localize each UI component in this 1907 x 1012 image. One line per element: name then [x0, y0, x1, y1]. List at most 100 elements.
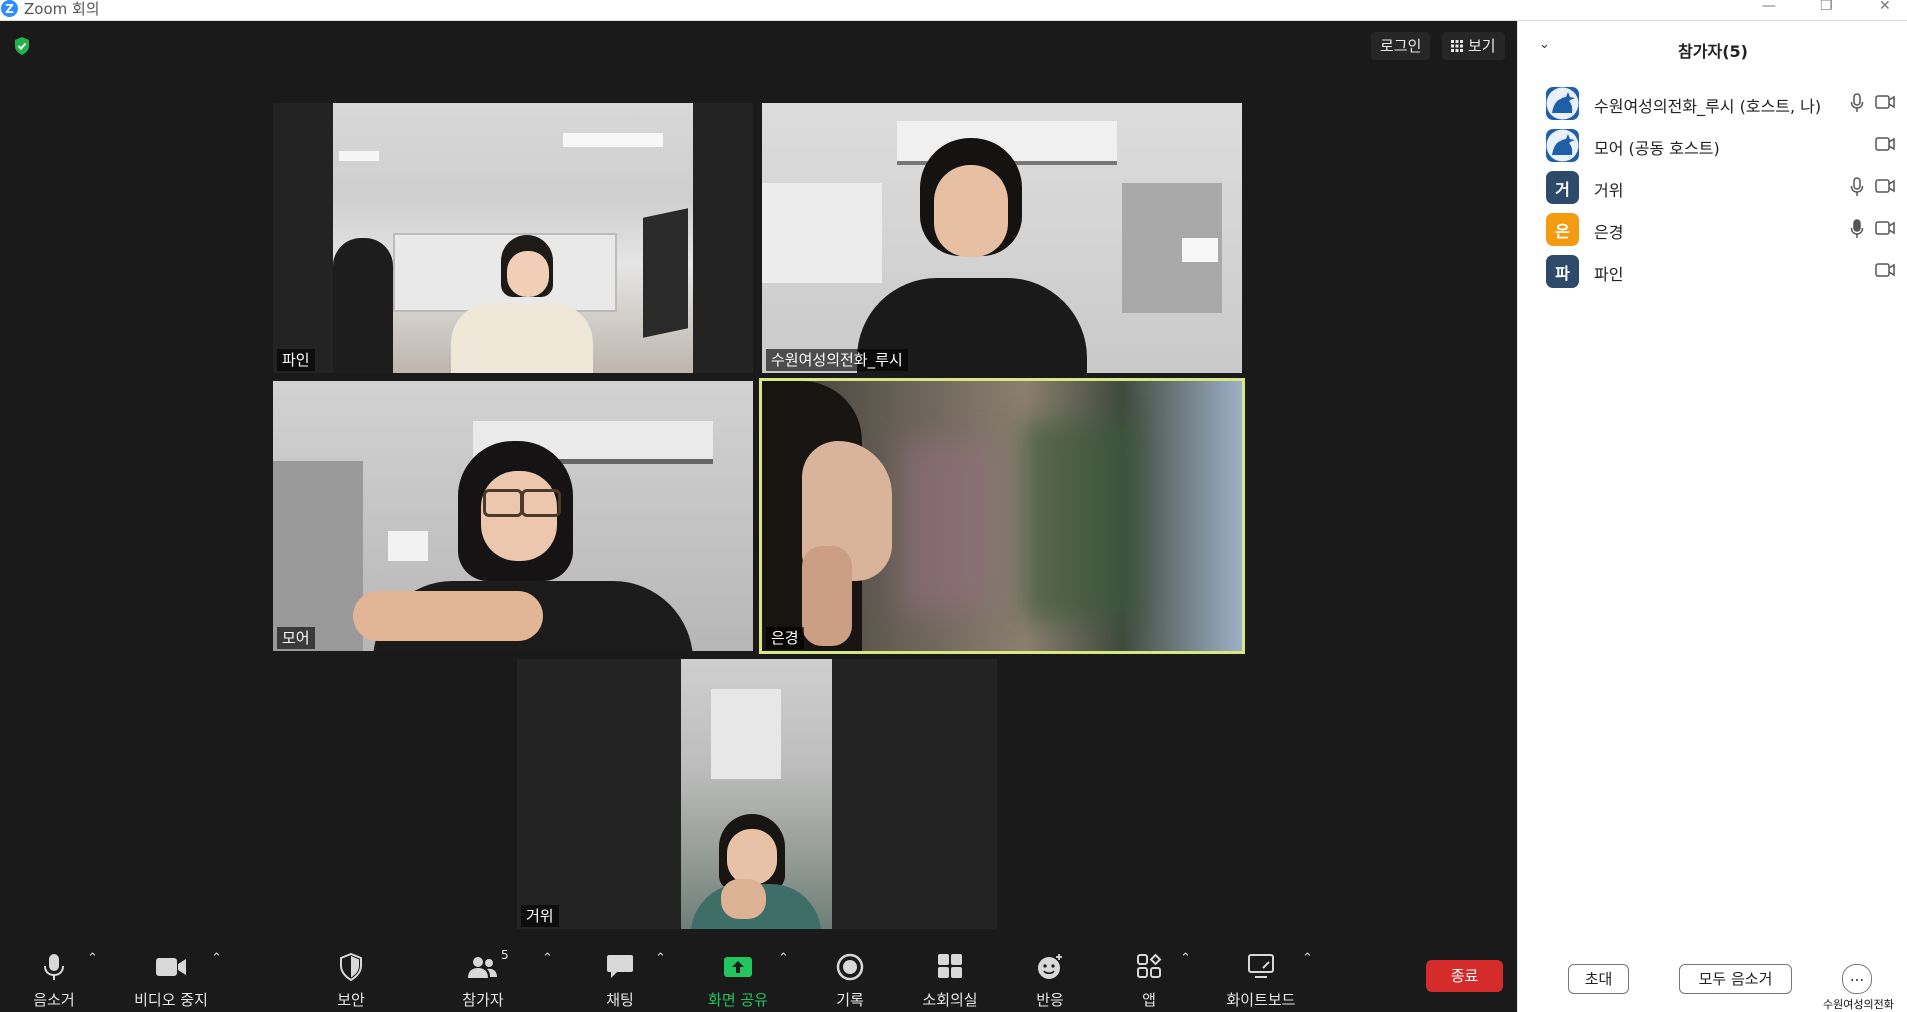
window-title: Zoom 회의: [24, 0, 100, 18]
video-stage: 로그인 보기 파인 수원여성의전화_루시 모어 은경 거위: [0, 21, 1517, 1012]
panel-title: 참가자(5): [1678, 42, 1748, 61]
video-camera-icon[interactable]: [1875, 221, 1895, 235]
default-avatar-icon: [1546, 129, 1579, 162]
watermark-text: 수원여성의전화: [1823, 998, 1894, 1011]
participant-row[interactable]: 모어 (공동 호스트): [1518, 124, 1907, 166]
whiteboard-label: 화이트보드: [1226, 991, 1296, 1009]
invite-button[interactable]: 초대: [1568, 964, 1629, 994]
close-icon[interactable]: ✕: [1879, 0, 1891, 14]
audio-options-chevron-icon[interactable]: ⌃: [87, 951, 98, 966]
participants-label: 참가자: [462, 991, 504, 1009]
record-label: 기록: [836, 991, 864, 1009]
whiteboard-options-chevron-icon[interactable]: ⌃: [1302, 951, 1313, 966]
whiteboard-button[interactable]: 화이트보드: [1216, 941, 1306, 1012]
participant-name: 모어 (공동 호스트): [1594, 139, 1720, 158]
tile-name-label: 수원여성의전화_루시: [766, 349, 908, 371]
participant-name: 수원여성의전화_루시 (호스트, 나): [1594, 97, 1822, 116]
minimize-icon[interactable]: —: [1762, 0, 1776, 14]
stop-video-label: 비디오 중지: [134, 991, 208, 1009]
camera-feed: [762, 103, 1242, 373]
apps-label: 앱: [1142, 991, 1156, 1009]
video-tile-active-speaker[interactable]: 은경: [759, 378, 1245, 654]
breakout-rooms-button[interactable]: 소회의실: [905, 941, 995, 1012]
video-camera-icon[interactable]: [1875, 95, 1895, 109]
microphone-active-icon[interactable]: [1850, 219, 1864, 239]
video-tile[interactable]: 거위: [517, 659, 997, 929]
chat-options-chevron-icon[interactable]: ⌃: [655, 951, 666, 966]
tile-name-label: 거위: [521, 905, 559, 927]
share-options-chevron-icon[interactable]: ⌃: [778, 951, 789, 966]
video-tile[interactable]: 파인: [273, 103, 753, 373]
participants-button[interactable]: 5 참가자: [438, 941, 528, 1012]
tile-name-label: 모어: [277, 627, 315, 649]
end-meeting-button[interactable]: 종료: [1426, 960, 1503, 992]
microphone-icon: [44, 954, 64, 980]
mute-button[interactable]: 음소거: [9, 941, 99, 1012]
avatar: [1546, 129, 1579, 162]
participant-row[interactable]: 수원여성의전화_루시 (호스트, 나): [1518, 82, 1907, 124]
participants-options-chevron-icon[interactable]: ⌃: [542, 951, 553, 966]
more-options-button[interactable]: ...: [1842, 964, 1872, 994]
reactions-button[interactable]: 반응: [1005, 941, 1095, 1012]
stop-video-button[interactable]: 비디오 중지: [126, 941, 216, 1012]
video-options-chevron-icon[interactable]: ⌃: [211, 951, 222, 966]
chat-button[interactable]: 채팅: [575, 941, 665, 1012]
apps-options-chevron-icon[interactable]: ⌃: [1180, 951, 1191, 966]
participant-name: 거위: [1594, 181, 1624, 200]
participants-count-badge: 5: [501, 948, 509, 962]
mute-all-button[interactable]: 모두 음소거: [1679, 964, 1792, 994]
apps-icon: [1137, 953, 1162, 978]
video-camera-icon[interactable]: [1875, 179, 1895, 193]
login-button[interactable]: 로그인: [1371, 32, 1431, 60]
camera-feed: [681, 659, 832, 929]
chat-label: 채팅: [606, 991, 634, 1009]
title-bar: Z Zoom 회의 — ❐ ✕: [0, 0, 1907, 21]
security-button[interactable]: 보안: [306, 941, 396, 1012]
participants-panel: ⌄ 참가자(5) 수원여성의전화_루시 (호스트, 나) 모어 (공동 호스트)…: [1517, 21, 1907, 1012]
share-screen-icon: [724, 957, 752, 977]
security-label: 보안: [337, 991, 365, 1009]
avatar: 은: [1546, 213, 1579, 246]
chat-bubble-icon: [607, 955, 633, 978]
microphone-icon[interactable]: [1850, 177, 1864, 197]
view-label: 보기: [1468, 37, 1496, 55]
participant-row[interactable]: 거 거위: [1518, 166, 1907, 208]
share-screen-button[interactable]: 화면 공유: [693, 941, 783, 1012]
participant-row[interactable]: 파 파인: [1518, 250, 1907, 292]
video-tile[interactable]: 수원여성의전화_루시: [762, 103, 1242, 373]
security-shield-icon[interactable]: [13, 36, 31, 56]
share-screen-label: 화면 공유: [708, 991, 768, 1009]
record-icon: [836, 953, 864, 981]
record-button[interactable]: 기록: [805, 941, 895, 1012]
mute-label: 음소거: [33, 991, 75, 1009]
video-camera-icon[interactable]: [1875, 263, 1895, 277]
tile-name-label: 은경: [766, 627, 804, 649]
participants-icon: [468, 957, 497, 978]
camera-feed: [333, 103, 693, 373]
zoom-logo-icon: Z: [1, 0, 18, 17]
default-avatar-icon: [1546, 87, 1579, 120]
avatar: 파: [1546, 255, 1579, 288]
video-tile[interactable]: 모어: [273, 381, 753, 651]
participant-name: 은경: [1594, 223, 1624, 242]
participant-name: 파인: [1594, 265, 1624, 284]
avatar: [1546, 87, 1579, 120]
camera-feed: [762, 381, 1242, 651]
meeting-toolbar: 음소거 ⌃ 비디오 중지 ⌃ 보안 5 참가자 ⌃ 채팅 ⌃ 화면 공유 ⌃ 기…: [0, 941, 1517, 1012]
restore-icon[interactable]: ❐: [1820, 0, 1833, 14]
tile-name-label: 파인: [277, 349, 315, 371]
video-camera-icon: [156, 958, 186, 976]
whiteboard-icon: [1248, 954, 1274, 978]
breakout-rooms-label: 소회의실: [922, 991, 978, 1009]
video-camera-icon[interactable]: [1875, 137, 1895, 151]
reactions-label: 반응: [1036, 991, 1064, 1009]
microphone-icon[interactable]: [1850, 93, 1864, 113]
camera-feed: [273, 381, 753, 651]
security-shield-icon: [340, 953, 362, 981]
grid-icon: [1451, 40, 1463, 52]
view-button[interactable]: 보기: [1442, 32, 1505, 60]
participant-row[interactable]: 은 은경: [1518, 208, 1907, 250]
avatar: 거: [1546, 171, 1579, 204]
reactions-emoji-icon: [1038, 954, 1062, 979]
breakout-rooms-icon: [938, 954, 962, 978]
